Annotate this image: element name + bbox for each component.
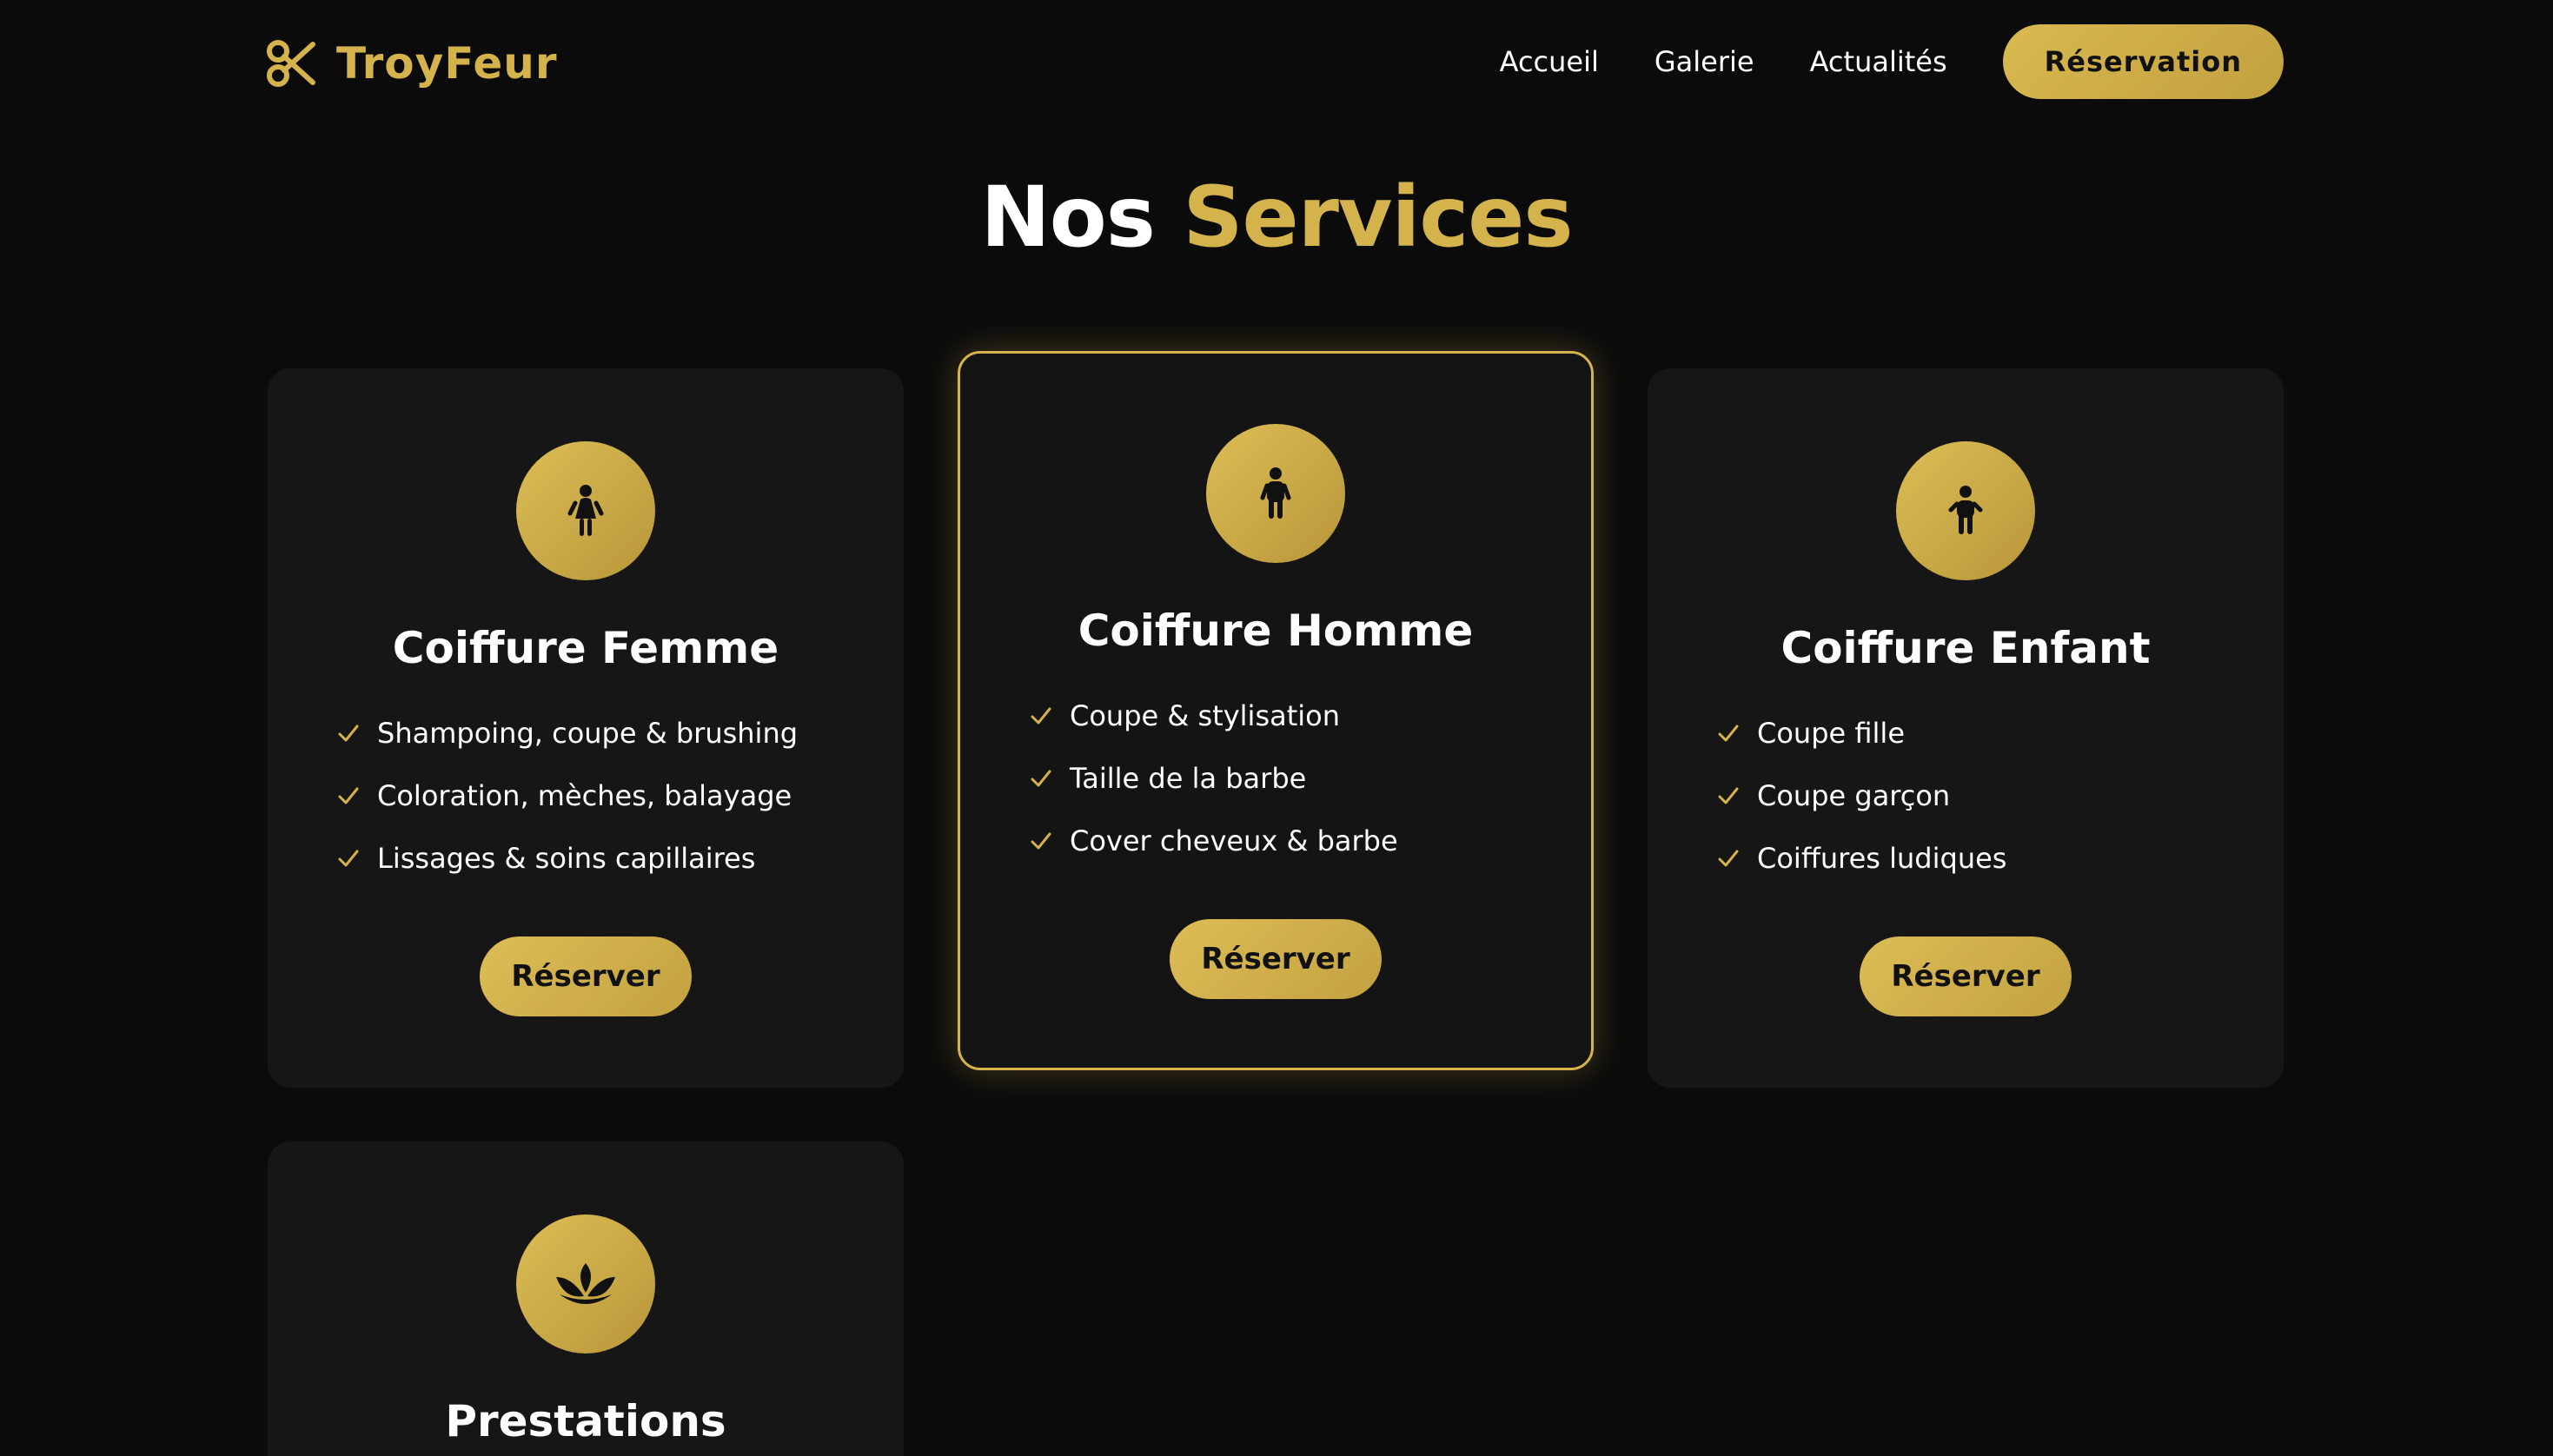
feature-item: Taille de la barbe — [1030, 747, 1398, 810]
service-title: Coiffure Femme — [392, 623, 779, 673]
feature-text: Taille de la barbe — [1070, 762, 1307, 795]
reserver-button[interactable]: Réserver — [1170, 919, 1382, 999]
feature-item: Coupe & stylisation — [1030, 685, 1398, 747]
feature-text: Lissages & soins capillaires — [377, 842, 756, 875]
scissors-icon — [267, 40, 315, 87]
check-icon — [338, 787, 359, 804]
service-card-femme: Coiffure Femme Shampoing, coupe & brushi… — [268, 368, 904, 1088]
service-title: Coiffure Homme — [1078, 606, 1474, 656]
service-title: Coiffure Enfant — [1780, 623, 2151, 673]
check-icon — [1031, 707, 1051, 725]
feature-item: Coupe garçon — [1717, 764, 2006, 827]
feature-text: Coupe & stylisation — [1070, 699, 1341, 732]
feature-text: Coupe fille — [1757, 717, 1905, 750]
service-card-enfant: Coiffure Enfant Coupe fille Coupe garçon… — [1648, 368, 2284, 1088]
section-title-part1: Nos — [980, 169, 1155, 266]
service-card-homme: Coiffure Homme Coupe & stylisation Taill… — [958, 351, 1594, 1070]
feature-item: Lissages & soins capillaires — [337, 827, 798, 890]
reserver-button[interactable]: Réserver — [480, 936, 692, 1016]
nav-link-galerie[interactable]: Galerie — [1654, 45, 1754, 78]
feature-item: Coiffures ludiques — [1717, 827, 2006, 890]
reservation-button[interactable]: Réservation — [2002, 24, 2284, 99]
logo[interactable]: TroyFeur — [265, 33, 558, 94]
site-header: TroyFeur Accueil Galerie Actualités Rése… — [0, 0, 2553, 125]
service-title: Prestations — [445, 1396, 726, 1446]
feature-item: Cover cheveux & barbe — [1030, 810, 1398, 872]
feature-text: Cover cheveux & barbe — [1070, 824, 1398, 857]
service-card-prestations: Prestations — [268, 1142, 904, 1456]
reserver-button[interactable]: Réserver — [1860, 936, 2072, 1016]
service-icon-badge — [516, 1214, 655, 1353]
feature-text: Coiffures ludiques — [1757, 842, 2007, 875]
main-nav: Accueil Galerie Actualités Réservation — [1500, 24, 2284, 99]
child-icon — [1948, 486, 1983, 534]
check-icon — [338, 850, 359, 867]
check-icon — [1718, 725, 1739, 742]
feature-list: Coupe & stylisation Taille de la barbe C… — [1030, 685, 1398, 872]
check-icon — [338, 725, 359, 742]
feature-text: Coupe garçon — [1757, 779, 1951, 812]
service-icon-badge — [1206, 424, 1345, 563]
nav-link-actualites[interactable]: Actualités — [1810, 45, 1947, 78]
man-icon — [1260, 467, 1291, 519]
service-icon-badge — [516, 441, 655, 580]
check-icon — [1031, 770, 1051, 787]
lotus-icon — [556, 1263, 615, 1304]
logo-text: TroyFeur — [336, 38, 558, 89]
feature-list: Coupe fille Coupe garçon Coiffures ludiq… — [1717, 702, 2006, 890]
check-icon — [1718, 787, 1739, 804]
feature-text: Coloration, mèches, balayage — [377, 779, 792, 812]
feature-item: Coupe fille — [1717, 702, 2006, 764]
check-icon — [1718, 850, 1739, 867]
feature-item: Coloration, mèches, balayage — [337, 764, 798, 827]
woman-icon — [567, 485, 604, 536]
check-icon — [1031, 832, 1051, 850]
section-title: Nos Services — [0, 165, 2553, 269]
feature-text: Shampoing, coupe & brushing — [377, 717, 799, 750]
page: TroyFeur Accueil Galerie Actualités Rése… — [0, 0, 2553, 1456]
nav-link-accueil[interactable]: Accueil — [1500, 45, 1599, 78]
section-title-part2: Services — [1183, 169, 1573, 266]
service-icon-badge — [1896, 441, 2035, 580]
feature-item: Shampoing, coupe & brushing — [337, 702, 798, 764]
feature-list: Shampoing, coupe & brushing Coloration, … — [337, 702, 798, 890]
